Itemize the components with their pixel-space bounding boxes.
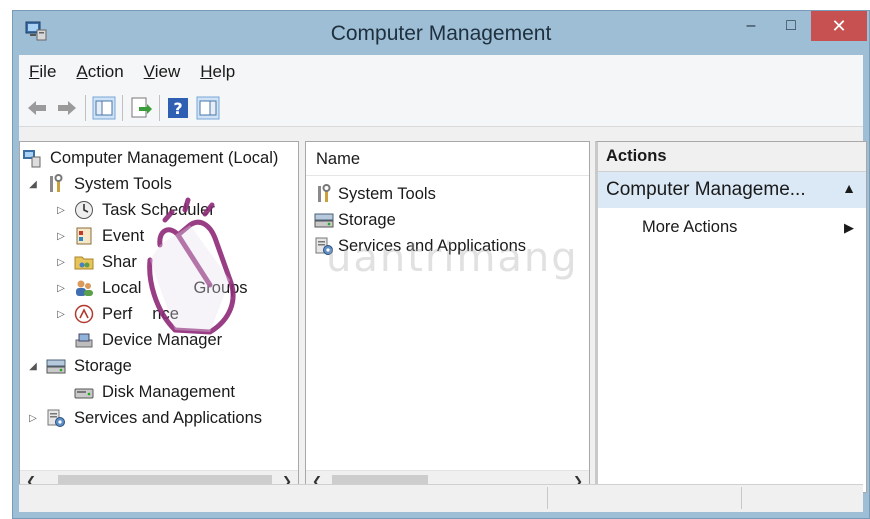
forward-arrow-icon[interactable]	[55, 96, 79, 120]
menu-file-mnemonic: F	[29, 62, 40, 81]
toolbar: ?	[19, 89, 863, 127]
tap-gesture-hand-icon	[147, 197, 236, 335]
tree-item-computer-management[interactable]: Computer Management (Local)	[22, 146, 278, 170]
help-icon[interactable]: ?	[166, 96, 190, 120]
menu-help-mnemonic: H	[200, 62, 213, 81]
performance-icon	[74, 304, 94, 324]
actions-section-computer-management[interactable]: Computer Manageme... ▲	[598, 172, 866, 208]
close-button[interactable]: ✕	[811, 11, 867, 41]
expand-arrow-icon[interactable]: ▷	[26, 413, 40, 424]
actions-section-title: Computer Manageme...	[606, 179, 806, 200]
title-bar[interactable]: Computer Management – □ ✕	[13, 11, 869, 55]
actions-header: Actions	[598, 142, 866, 172]
list-item-storage[interactable]: Storage	[314, 208, 396, 232]
tree-item-label: Disk Management	[102, 382, 235, 401]
watermark-text: uantrimang	[326, 235, 579, 281]
expand-arrow-icon[interactable]: ▷	[54, 205, 68, 216]
event-viewer-icon	[76, 227, 92, 245]
results-pane: Name System Tools Storage Services and A…	[305, 141, 590, 493]
toolbar-separator	[85, 94, 86, 121]
tree-item-label: Computer Management (Local)	[50, 148, 279, 167]
status-divider	[741, 487, 742, 509]
toolbar-separator	[159, 94, 160, 121]
menu-action[interactable]: Action	[76, 62, 123, 82]
list-item-label: Storage	[338, 210, 396, 229]
expand-arrow-icon[interactable]: ▷	[54, 257, 68, 268]
shared-folder-icon	[74, 256, 94, 270]
toolbar-separator	[122, 94, 123, 121]
expand-arrow-icon[interactable]: ▷	[54, 231, 68, 242]
status-divider	[547, 487, 548, 509]
menu-view-label: iew	[154, 62, 181, 81]
disk-icon	[74, 388, 94, 399]
storage-icon	[314, 213, 334, 228]
minimize-button[interactable]: –	[731, 11, 771, 41]
services-icon	[47, 409, 65, 427]
maximize-button[interactable]: □	[771, 11, 811, 41]
expand-arrow-icon[interactable]: ▷	[54, 283, 68, 294]
collapse-arrow-icon[interactable]: ◢	[26, 179, 40, 190]
actions-pane: Actions Computer Manageme... ▲ More Acti…	[595, 141, 867, 493]
users-icon	[76, 280, 93, 296]
show-hide-action-pane-icon[interactable]	[196, 96, 220, 120]
tools-icon	[318, 184, 331, 202]
menu-help[interactable]: Help	[200, 62, 235, 82]
tree-item-services-applications[interactable]: ▷ Services and Applications	[26, 406, 262, 430]
expand-arrow-icon[interactable]: ▷	[54, 309, 68, 320]
svg-text:?: ?	[173, 99, 182, 118]
collapse-arrow-icon[interactable]: ◢	[26, 361, 40, 372]
status-bar	[19, 484, 863, 512]
computer-management-icon	[23, 150, 41, 168]
tree-item-label: Services and Applications	[74, 408, 263, 427]
tree-item-storage[interactable]: ◢ Storage	[26, 354, 132, 378]
submenu-arrow-icon[interactable]: ▶	[844, 220, 854, 236]
menu-view[interactable]: View	[144, 62, 181, 82]
back-arrow-icon[interactable]	[25, 96, 49, 120]
menu-file[interactable]: File	[29, 62, 56, 82]
clock-icon	[75, 201, 93, 219]
more-actions-item[interactable]: More Actions	[642, 218, 737, 237]
storage-icon	[46, 359, 66, 374]
export-list-icon[interactable]	[129, 96, 153, 120]
menu-bar: File Action View Help	[19, 55, 863, 89]
menu-action-label: ction	[87, 62, 124, 81]
collapse-triangle-icon[interactable]: ▲	[842, 180, 856, 196]
device-manager-icon	[75, 333, 93, 348]
show-hide-console-tree-icon[interactable]	[92, 96, 116, 120]
menu-action-mnemonic: A	[76, 62, 88, 81]
menu-help-label: elp	[212, 62, 236, 81]
menu-file-label: ile	[39, 62, 57, 81]
list-item-system-tools[interactable]: System Tools	[314, 182, 436, 206]
menu-view-mnemonic: V	[143, 62, 155, 81]
tree-item-label: Storage	[74, 356, 132, 375]
list-item-label: System Tools	[338, 184, 436, 203]
tree-item-disk-management[interactable]: Disk Management	[74, 380, 235, 404]
tools-icon	[50, 174, 63, 192]
column-header-name[interactable]: Name	[306, 142, 589, 176]
